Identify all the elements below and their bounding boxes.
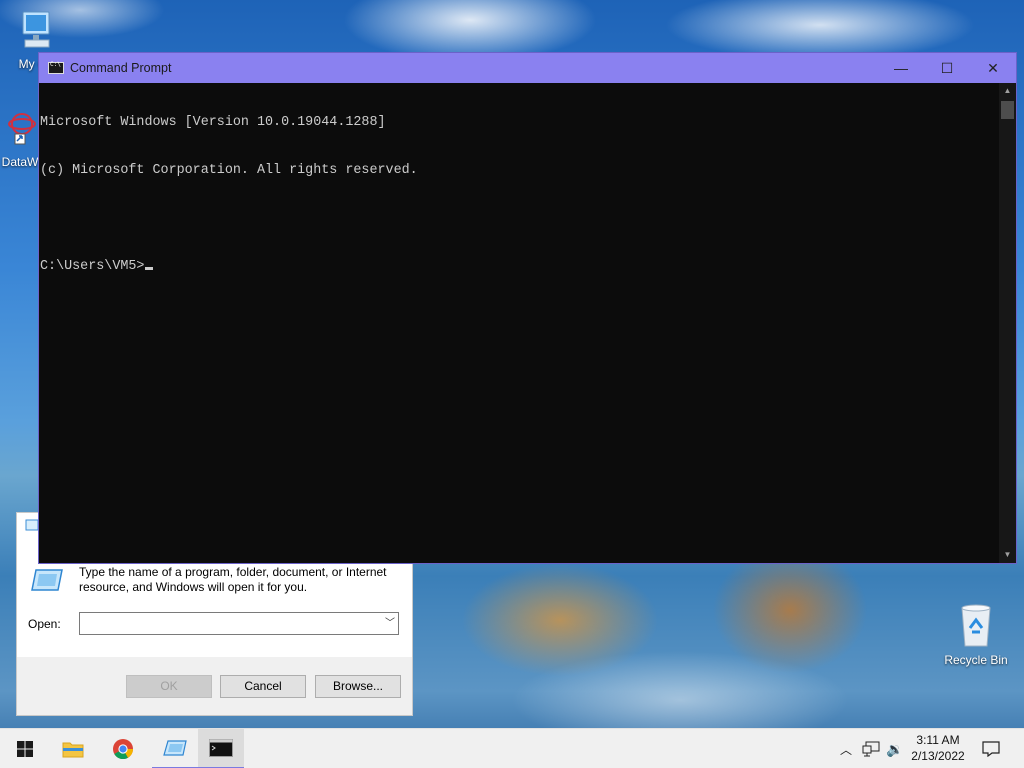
windows-logo-icon: [17, 741, 33, 757]
window-title: Command Prompt: [70, 61, 172, 75]
action-center-button[interactable]: [978, 729, 1004, 768]
minimize-button[interactable]: —: [878, 53, 924, 83]
open-input[interactable]: [79, 612, 399, 635]
text-cursor: [145, 267, 154, 270]
show-hidden-icons-button[interactable]: ︿: [836, 729, 856, 768]
window-controls: — ☐ ✕: [878, 53, 1016, 83]
open-dropdown-button[interactable]: ﹀: [383, 616, 397, 631]
recycle-bin-icon: [961, 604, 991, 647]
scroll-down-icon[interactable]: ▼: [999, 547, 1016, 563]
chevron-down-icon: ﹀: [385, 618, 395, 629]
taskbar-file-explorer[interactable]: [50, 729, 96, 768]
network-icon: [862, 741, 880, 757]
vertical-scrollbar[interactable]: ▲ ▼: [999, 83, 1016, 563]
run-description: Type the name of a program, folder, docu…: [79, 565, 387, 594]
network-button[interactable]: [860, 729, 882, 768]
cmd-app-icon: [48, 61, 64, 74]
maximize-button[interactable]: ☐: [924, 53, 970, 83]
run-title-icon: [25, 519, 39, 531]
console-line: (c) Microsoft Corporation. All rights re…: [40, 163, 418, 178]
volume-button[interactable]: 🔉: [884, 729, 906, 768]
clock-time: 3:11 AM: [916, 733, 960, 747]
ok-button[interactable]: OK: [126, 675, 212, 698]
maximize-icon: ☐: [940, 59, 954, 76]
desktop-icon-label: Recycle Bin: [944, 653, 1008, 667]
scrollbar-thumb[interactable]: [1001, 101, 1014, 119]
window-titlebar[interactable]: Command Prompt — ☐ ✕: [39, 53, 1016, 83]
command-prompt-window[interactable]: Command Prompt — ☐ ✕ Microsoft Windows […: [38, 52, 1017, 564]
close-button[interactable]: ✕: [970, 53, 1016, 83]
monitor-icon: [22, 11, 50, 48]
cmd-icon: [209, 739, 233, 757]
desktop-icon-recycle-bin[interactable]: Recycle Bin: [938, 602, 1014, 667]
desktop-icon-dataw[interactable]: DataW: [0, 110, 40, 169]
close-icon: ✕: [987, 59, 999, 76]
scroll-up-icon[interactable]: ▲: [999, 83, 1016, 99]
folder-icon: [62, 742, 84, 758]
console-output[interactable]: Microsoft Windows [Version 10.0.19044.12…: [39, 83, 999, 563]
open-label: Open:: [28, 617, 61, 631]
taskbar-run[interactable]: [152, 729, 198, 768]
chevron-up-icon: ︿: [839, 742, 852, 757]
console-line: Microsoft Windows [Version 10.0.19044.12…: [40, 115, 386, 130]
notification-icon: [982, 741, 1000, 757]
minimize-icon: —: [894, 60, 908, 76]
taskbar-command-prompt[interactable]: [198, 729, 244, 768]
browse-button[interactable]: Browse...: [315, 675, 401, 698]
run-program-icon: [31, 569, 63, 591]
start-button[interactable]: [2, 729, 48, 768]
clock-date: 2/13/2022: [911, 749, 965, 763]
clock[interactable]: 3:11 AM 2/13/2022: [908, 732, 968, 764]
console-prompt: C:\Users\VM5>: [40, 259, 145, 274]
console-prompt-line: C:\Users\VM5>: [40, 259, 999, 275]
taskbar-chrome[interactable]: [100, 729, 146, 768]
speaker-icon: 🔉: [886, 740, 904, 757]
run-dialog-footer: OK Cancel Browse...: [17, 657, 412, 715]
desktop-icon-label: DataW: [1, 155, 39, 169]
run-icon: [163, 740, 187, 756]
taskbar: ︿ 🔉 3:11 AM 2/13/2022: [0, 728, 1024, 768]
cancel-button[interactable]: Cancel: [220, 675, 306, 698]
dataw-icon: [8, 113, 36, 145]
chrome-icon: [113, 739, 134, 760]
